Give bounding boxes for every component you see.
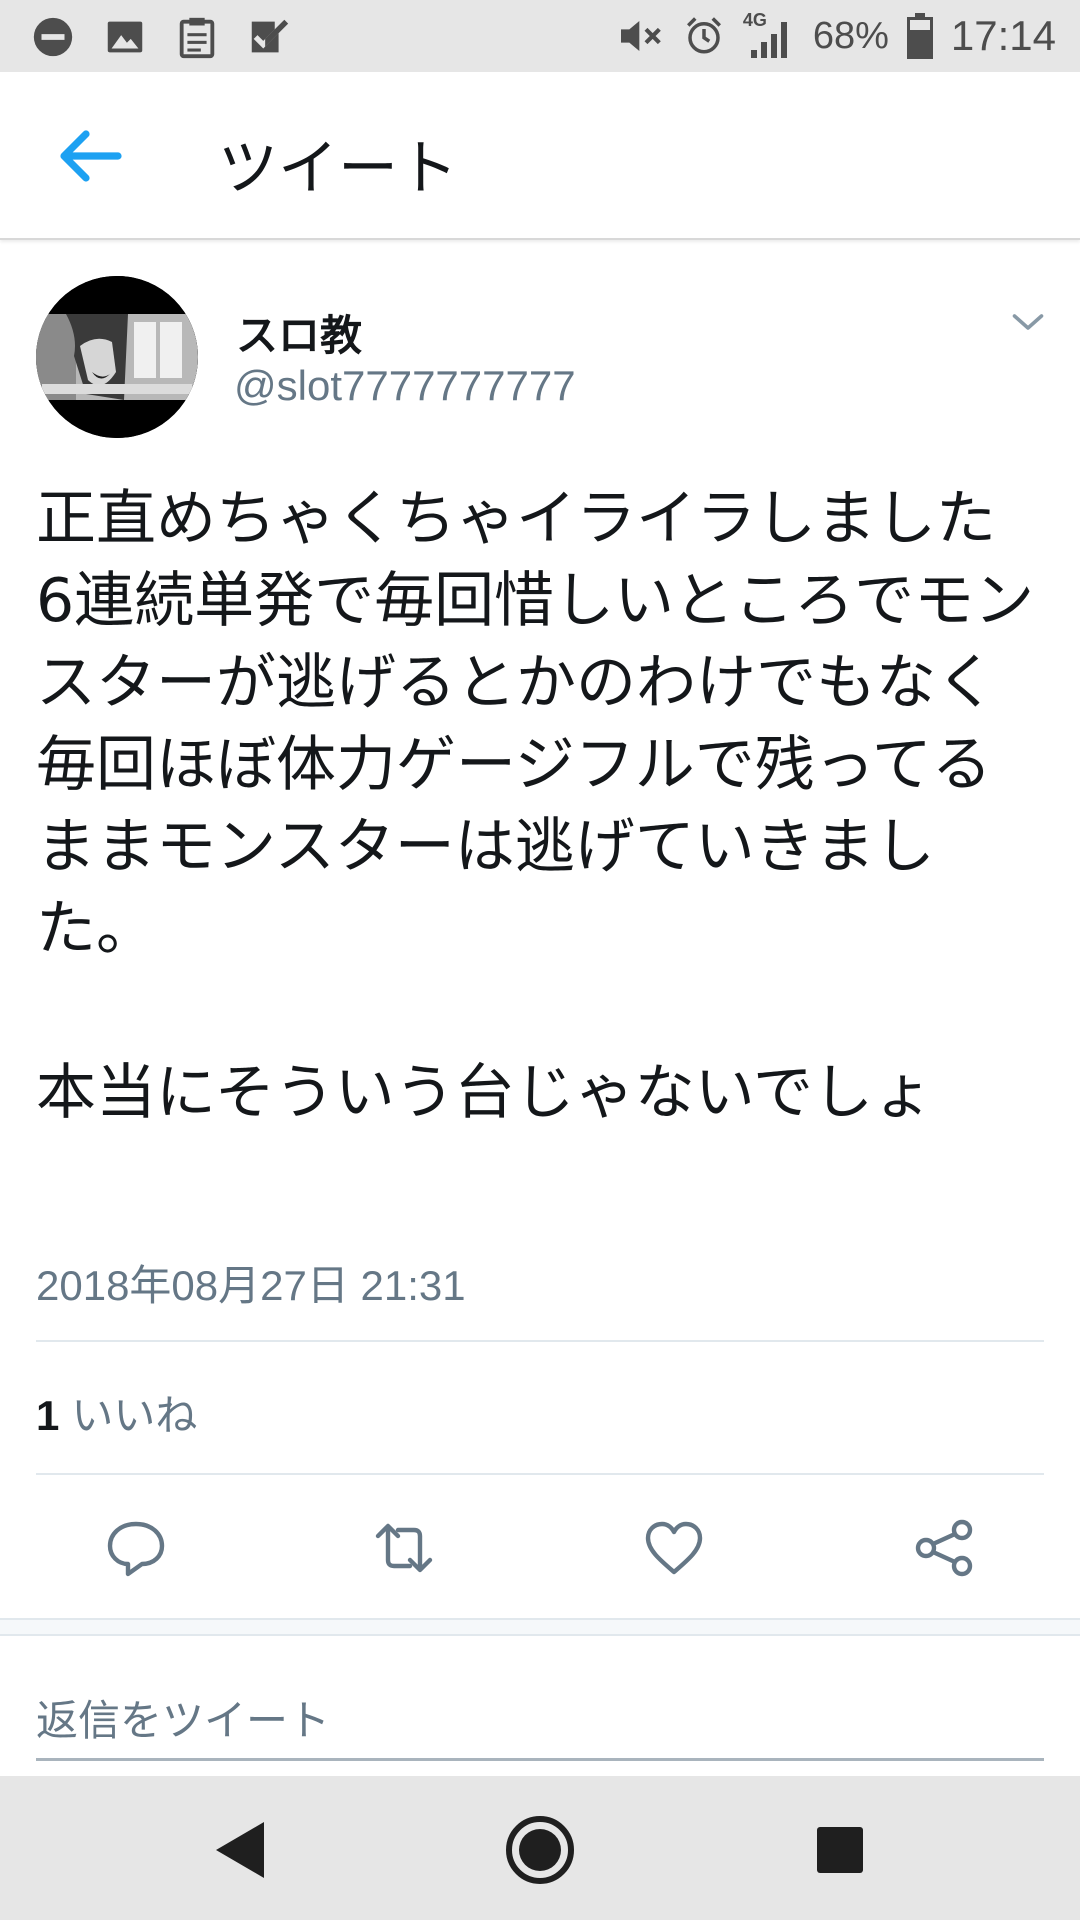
page-title: ツイート <box>218 134 458 204</box>
signal-group: 4G <box>743 10 795 58</box>
do-not-disturb-icon <box>33 17 73 57</box>
chevron-down-icon <box>1012 314 1044 330</box>
back-triangle-icon <box>216 1822 264 1878</box>
reply-input[interactable] <box>36 1680 1044 1760</box>
retweet-icon <box>375 1523 433 1573</box>
section-divider <box>0 1618 1080 1636</box>
nav-back-button[interactable] <box>202 1812 278 1888</box>
divider <box>36 1473 1044 1475</box>
mute-icon <box>620 21 661 51</box>
alarm-icon <box>686 17 721 54</box>
battery-percent: 68% <box>812 14 889 57</box>
retweet-button[interactable] <box>372 1516 436 1580</box>
task-check-icon <box>251 19 289 53</box>
share-icon <box>915 1519 973 1577</box>
clipboard-icon <box>179 17 215 59</box>
status-left-icons <box>30 14 292 60</box>
tweet-menu-button[interactable] <box>1010 304 1046 340</box>
likes-count: 1 <box>36 1392 60 1439</box>
nav-recents-button[interactable] <box>802 1812 878 1888</box>
reply-icon <box>107 1521 165 1577</box>
reply-button[interactable] <box>104 1516 168 1580</box>
arrow-left-icon <box>60 130 122 182</box>
avatar-image <box>36 276 198 438</box>
nav-home-button[interactable] <box>502 1812 578 1888</box>
author-handle[interactable]: @slot7777777777 <box>234 362 576 410</box>
likes-stat[interactable]: 1 いいね <box>36 1382 197 1443</box>
author-name[interactable]: スロ教 <box>236 302 362 363</box>
tweet-text: 正直めちゃくちゃイライラしました 6連続単発で毎回惜しいところでモンスターが逃げ… <box>36 484 1035 1128</box>
avatar[interactable] <box>36 276 198 438</box>
signal-icon <box>750 22 787 58</box>
share-button[interactable] <box>912 1516 976 1580</box>
image-icon <box>107 21 143 53</box>
like-button[interactable] <box>642 1516 706 1580</box>
divider <box>36 1340 1044 1342</box>
likes-label: いいね <box>71 1391 198 1440</box>
reply-input-underline <box>36 1758 1044 1761</box>
status-time: 17:14 <box>950 12 1056 59</box>
home-circle-icon <box>506 1816 574 1884</box>
battery-icon <box>906 13 933 59</box>
tweet-timestamp: 2018年08月27日 21:31 <box>36 1262 466 1309</box>
heart-icon <box>645 1521 703 1575</box>
status-bar: 4G 68% 17:14 <box>0 0 1080 72</box>
app-bar: ツイート <box>0 72 1080 240</box>
back-button[interactable] <box>52 118 128 194</box>
status-right-icons: 4G 68% 17:14 <box>617 10 1056 62</box>
recents-square-icon <box>817 1827 863 1873</box>
system-nav-bar <box>0 1776 1080 1920</box>
